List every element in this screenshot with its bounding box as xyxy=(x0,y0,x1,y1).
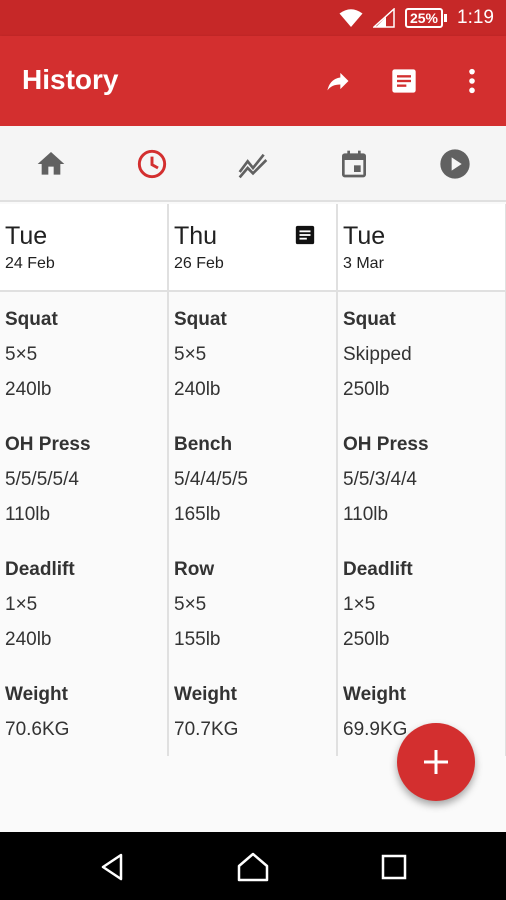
exercise-name: Bench xyxy=(174,434,233,455)
workout-column[interactable]: Thu 26 Feb Squat 5×5 240lb Bench 5/4/4/5… xyxy=(169,204,338,756)
battery-indicator: 25% xyxy=(404,8,448,28)
exercise-weight: 250lb xyxy=(343,379,390,400)
graph-icon[interactable] xyxy=(237,148,269,180)
exercise-sets: 1×5 xyxy=(343,594,376,615)
bodyweight-label: Weight xyxy=(343,684,406,705)
exercise-entry: Row 5×5 155lb xyxy=(174,558,334,663)
bodyweight-value: 70.6KG xyxy=(5,719,70,740)
exercise-entry: Deadlift 1×5 240lb xyxy=(5,558,165,663)
exercise-name: Deadlift xyxy=(343,559,413,580)
status-time: 1:19 xyxy=(457,7,494,28)
home-icon[interactable] xyxy=(236,850,270,884)
battery-level: 25% xyxy=(404,8,444,28)
workout-day: Thu xyxy=(174,222,218,250)
exercise-sets: 5×5 xyxy=(174,594,207,615)
more-vert-icon[interactable] xyxy=(458,67,486,95)
exercise-weight: 110lb xyxy=(343,504,389,525)
exercise-entry: Bench 5/4/4/5/5 165lb xyxy=(174,433,334,538)
workout-column[interactable]: Tue 3 Mar Squat Skipped 250lb OH Press 5… xyxy=(338,204,506,756)
calendar-icon[interactable] xyxy=(338,148,370,180)
tab-bar xyxy=(0,126,506,202)
bodyweight-entry: Weight 70.7KG xyxy=(174,683,334,753)
add-icon xyxy=(424,750,448,774)
bodyweight-entry: Weight 70.6KG xyxy=(5,683,165,753)
exercise-name: OH Press xyxy=(5,434,91,455)
status-bar: 25% 1:19 xyxy=(0,0,506,36)
exercise-name: Squat xyxy=(343,309,396,330)
workout-day: Tue xyxy=(343,222,386,250)
exercise-weight: 240lb xyxy=(5,629,52,650)
exercise-entry: OH Press 5/5/5/5/4 110lb xyxy=(5,433,165,538)
workout-date: 3 Mar xyxy=(343,255,384,272)
exercise-sets: Skipped xyxy=(343,344,412,365)
exercise-name: Deadlift xyxy=(5,559,75,580)
workout-date: 26 Feb xyxy=(174,255,224,272)
workout-header: Thu 26 Feb xyxy=(169,204,336,292)
exercise-name: Squat xyxy=(174,309,227,330)
add-workout-button[interactable] xyxy=(397,723,475,801)
workout-column[interactable]: Tue 24 Feb Squat 5×5 240lb OH Press 5/5/… xyxy=(0,204,169,756)
recents-icon[interactable] xyxy=(377,850,411,884)
exercise-sets: 5/5/3/4/4 xyxy=(343,469,417,490)
page-title: History xyxy=(22,64,119,95)
workout-day: Tue xyxy=(5,222,48,250)
workout-header: Tue 24 Feb xyxy=(0,204,167,292)
exercise-weight: 165lb xyxy=(174,504,221,525)
bodyweight-value: 70.7KG xyxy=(174,719,239,740)
app-bar: History xyxy=(0,36,506,126)
workout-date: 24 Feb xyxy=(5,255,55,272)
history-icon[interactable] xyxy=(136,148,168,180)
exercise-sets: 5×5 xyxy=(174,344,207,365)
exercise-entry: Squat 5×5 240lb xyxy=(5,308,165,413)
exercise-weight: 240lb xyxy=(5,379,52,400)
exercise-weight: 250lb xyxy=(343,629,390,650)
share-icon[interactable] xyxy=(324,67,352,95)
exercise-sets: 5/4/4/5/5 xyxy=(174,469,248,490)
back-icon[interactable] xyxy=(96,850,130,884)
notes-icon[interactable] xyxy=(390,67,418,95)
note-icon xyxy=(295,225,315,245)
exercise-weight: 155lb xyxy=(174,629,221,650)
exercise-entry: Squat Skipped 250lb xyxy=(343,308,503,413)
exercise-name: Row xyxy=(174,559,215,580)
bodyweight-label: Weight xyxy=(5,684,68,705)
exercise-weight: 240lb xyxy=(174,379,221,400)
exercise-entry: OH Press 5/5/3/4/4 110lb xyxy=(343,433,503,538)
system-nav-bar xyxy=(0,832,506,900)
exercise-entry: Deadlift 1×5 250lb xyxy=(343,558,503,663)
signal-icon xyxy=(372,8,395,28)
exercise-name: Squat xyxy=(5,309,58,330)
exercise-entry: Squat 5×5 240lb xyxy=(174,308,334,413)
exercise-sets: 1×5 xyxy=(5,594,38,615)
exercise-sets: 5×5 xyxy=(5,344,38,365)
home-icon[interactable] xyxy=(35,148,67,180)
workout-header: Tue 3 Mar xyxy=(338,204,505,292)
exercise-sets: 5/5/5/5/4 xyxy=(5,469,79,490)
exercise-name: OH Press xyxy=(343,434,429,455)
wifi-icon xyxy=(339,9,363,27)
battery-tip xyxy=(444,14,448,22)
play-icon[interactable] xyxy=(439,148,471,180)
bodyweight-label: Weight xyxy=(174,684,237,705)
exercise-weight: 110lb xyxy=(5,504,51,525)
